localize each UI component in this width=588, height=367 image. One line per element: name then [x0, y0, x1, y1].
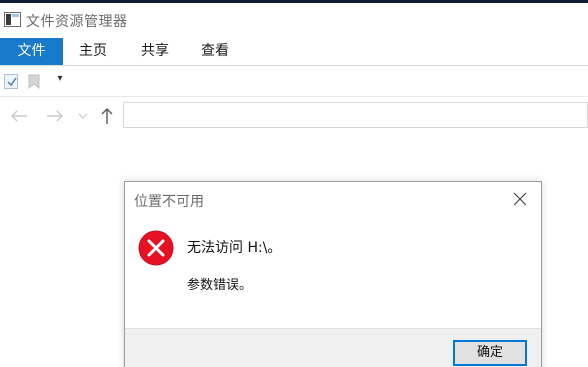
tab-share[interactable]: 共享 [130, 38, 180, 65]
forward-arrow-icon[interactable] [44, 104, 66, 128]
properties-check-icon[interactable] [4, 74, 18, 89]
close-icon[interactable] [511, 190, 529, 208]
tab-view[interactable]: 查看 [190, 38, 240, 65]
recent-locations-chevron-icon[interactable] [76, 104, 90, 128]
file-explorer-app-icon [4, 12, 21, 27]
up-arrow-icon[interactable] [96, 104, 118, 128]
customize-qat-dropdown-icon[interactable]: ▾ [54, 73, 66, 89]
file-explorer-window: 文件资源管理器 文件 主页 共享 查看 ▾ 位置不可用 无法访问 H:\。 参数… [0, 0, 588, 367]
window-title: 文件资源管理器 [26, 14, 128, 30]
title-bar: 文件资源管理器 [0, 3, 588, 36]
quick-access-toolbar: ▾ [0, 69, 588, 95]
error-message: 无法访问 H:\。 [187, 240, 282, 256]
back-arrow-icon[interactable] [8, 104, 30, 128]
navigation-bar [0, 100, 588, 132]
toolbar-divider [0, 96, 588, 97]
new-folder-icon[interactable] [28, 74, 40, 90]
address-bar[interactable] [123, 102, 588, 128]
ribbon-divider [0, 65, 588, 66]
ok-button[interactable]: 确定 [453, 340, 527, 366]
ribbon-tabs: 文件 主页 共享 查看 [0, 38, 588, 65]
error-icon [138, 230, 174, 266]
dialog-footer: 确定 [125, 328, 541, 367]
tab-file[interactable]: 文件 [0, 38, 63, 65]
error-dialog: 位置不可用 无法访问 H:\。 参数错误。 确定 [124, 181, 542, 367]
error-detail: 参数错误。 [187, 278, 253, 293]
dialog-title: 位置不可用 [134, 194, 204, 210]
tab-home[interactable]: 主页 [68, 38, 118, 65]
